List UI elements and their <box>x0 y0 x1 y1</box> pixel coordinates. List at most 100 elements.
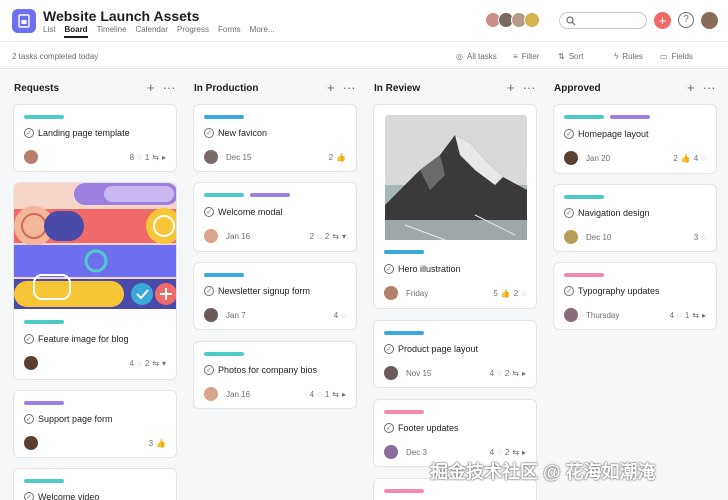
tag-bar <box>204 352 244 356</box>
task-title: ✓ Welcome modal <box>204 207 282 217</box>
column-title-approved: Approved <box>554 83 601 94</box>
more-icon[interactable]: ··· <box>163 80 176 95</box>
task-card[interactable]: ✓ Hero illustration Friday 5 👍 2 ◌ <box>373 104 537 309</box>
task-card[interactable]: ✓ Typography updates Thursday 4 ◌ 1 ⇆ ▸ <box>553 262 717 330</box>
task-card[interactable]: ✓ Welcome modal Jan 16 2 ◌ 2 ⇆ ▾ <box>193 182 357 252</box>
tab-forms[interactable]: Forms <box>218 25 241 38</box>
search-icon <box>566 16 576 26</box>
expand-icon[interactable]: ▸ <box>162 153 166 162</box>
more-icon[interactable]: ··· <box>343 80 356 95</box>
check-icon[interactable]: ✓ <box>204 207 214 217</box>
tag-bar <box>384 410 424 414</box>
like-icon: 👍 <box>500 289 511 298</box>
check-icon[interactable]: ✓ <box>204 286 214 296</box>
check-icon[interactable]: ✓ <box>204 128 214 138</box>
expand-icon[interactable]: ▸ <box>522 448 526 457</box>
member-avatars[interactable] <box>485 12 540 28</box>
project-icon[interactable] <box>12 9 36 33</box>
tag-bar <box>384 250 424 254</box>
rules-button[interactable]: ϟ Rules <box>614 52 643 61</box>
add-icon[interactable]: + <box>654 12 671 29</box>
expand-icon[interactable]: ▸ <box>342 390 346 399</box>
task-card[interactable]: ✓ Homepage layout Jan 20 2 👍 4 ◌ <box>553 104 717 174</box>
task-card[interactable]: ✓ Photos for company bios Jan 16 4 ◌ 1 ⇆ ▸ <box>193 341 357 409</box>
check-icon[interactable]: ✓ <box>564 208 574 218</box>
add-task-icon[interactable]: + <box>687 80 695 95</box>
tag-bar <box>204 115 244 119</box>
task-card[interactable]: ✓ Navigation design Dec 10 3 ◌ <box>553 184 717 252</box>
check-icon[interactable]: ✓ <box>384 264 394 274</box>
all-tasks-button[interactable]: ◎ All tasks <box>456 52 497 61</box>
fields-button[interactable]: ▭ Fields <box>660 52 693 61</box>
task-card[interactable]: ✓ Newsletter signup form Jan 7 4 ◌ <box>193 262 357 330</box>
check-icon[interactable]: ✓ <box>564 286 574 296</box>
lightning-icon: ϟ <box>614 52 619 61</box>
column-actions: + ··· <box>147 80 176 95</box>
comment-icon: ◌ <box>497 448 502 457</box>
avatar <box>564 151 578 165</box>
check-icon[interactable]: ✓ <box>24 334 34 344</box>
due-date: Jan 16 <box>226 390 251 399</box>
task-card[interactable]: ✓ Footer updates Dec 3 4 ◌ 2 ⇆ ▸ <box>373 399 537 467</box>
more-icon[interactable]: ··· <box>523 80 536 95</box>
tab-calendar[interactable]: Calendar <box>136 25 168 38</box>
column-actions: + ··· <box>327 80 356 95</box>
comment-icon: ◌ <box>701 154 706 163</box>
check-icon[interactable]: ✓ <box>564 129 574 139</box>
task-card[interactable]: ✓ Welcome video <box>13 468 177 500</box>
hero-illustration-image <box>385 115 527 240</box>
task-card[interactable]: ✓ Support page form 3 👍 <box>13 390 177 458</box>
add-task-icon[interactable]: + <box>507 80 515 95</box>
check-icon[interactable]: ✓ <box>384 423 394 433</box>
avatar <box>384 366 398 380</box>
expand-icon[interactable]: ▸ <box>702 311 706 320</box>
avatar <box>204 308 218 322</box>
tag-bar <box>564 273 604 277</box>
task-meta: 4 ◌ 2 ⇆ ▾ <box>129 359 166 368</box>
avatar <box>204 229 218 243</box>
subtask-icon: ⇆ <box>152 153 159 162</box>
tab-more[interactable]: More... <box>250 25 275 38</box>
subtask-icon: ⇆ <box>152 359 159 368</box>
task-title: ✓ Newsletter signup form <box>204 286 310 296</box>
avatar <box>24 150 38 164</box>
like-icon: 👍 <box>336 153 346 162</box>
user-avatar[interactable] <box>701 12 718 29</box>
add-task-icon[interactable]: + <box>327 80 335 95</box>
comment-icon: ◌ <box>317 390 322 399</box>
avatar <box>24 356 38 370</box>
filter-icon: ≡ <box>513 52 518 61</box>
check-icon[interactable]: ✓ <box>384 344 394 354</box>
tab-progress[interactable]: Progress <box>177 25 209 38</box>
task-title: ✓ Feature image for blog <box>24 334 129 344</box>
tag-bar <box>564 115 604 119</box>
check-icon[interactable]: ✓ <box>24 492 34 500</box>
task-meta: 8 ◌ 1 ⇆ ▸ <box>129 153 166 162</box>
task-card[interactable]: ✓ Landing page template 8 ◌ 1 ⇆ ▸ <box>13 104 177 172</box>
check-icon[interactable]: ✓ <box>24 414 34 424</box>
check-icon[interactable]: ✓ <box>24 128 34 138</box>
task-card[interactable]: ✓ Product page layout Nov 15 4 ◌ 2 ⇆ ▸ <box>373 320 537 388</box>
task-meta: 3 👍 <box>148 439 166 448</box>
column-title-requests: Requests <box>14 83 60 94</box>
task-card[interactable]: ✓ Feature image for blog 4 ◌ 2 ⇆ ▾ <box>13 182 177 380</box>
chevron-down-icon[interactable]: ▾ <box>162 359 166 368</box>
tag-bar <box>24 115 64 119</box>
task-card[interactable]: ✓ New favicon Dec 15 2 👍 <box>193 104 357 172</box>
tag-bar <box>24 479 64 483</box>
sort-button[interactable]: ⇅ Sort <box>558 52 583 61</box>
tab-timeline[interactable]: Timeline <box>97 25 127 38</box>
tab-board[interactable]: Board <box>64 25 88 38</box>
chevron-down-icon[interactable]: ▾ <box>342 232 346 241</box>
task-title: ✓ New favicon <box>204 128 267 138</box>
watermark: 掘金技术社区 @ 花海如潮淹 <box>430 462 656 482</box>
more-icon[interactable]: ··· <box>703 80 716 95</box>
tab-list[interactable]: List <box>43 25 55 38</box>
search-input[interactable] <box>559 12 647 29</box>
add-task-icon[interactable]: + <box>147 80 155 95</box>
check-icon[interactable]: ✓ <box>204 365 214 375</box>
filter-button[interactable]: ≡ Filter <box>513 52 539 61</box>
help-icon[interactable]: ? <box>678 12 694 28</box>
expand-icon[interactable]: ▸ <box>522 369 526 378</box>
comment-icon: ◌ <box>137 153 142 162</box>
